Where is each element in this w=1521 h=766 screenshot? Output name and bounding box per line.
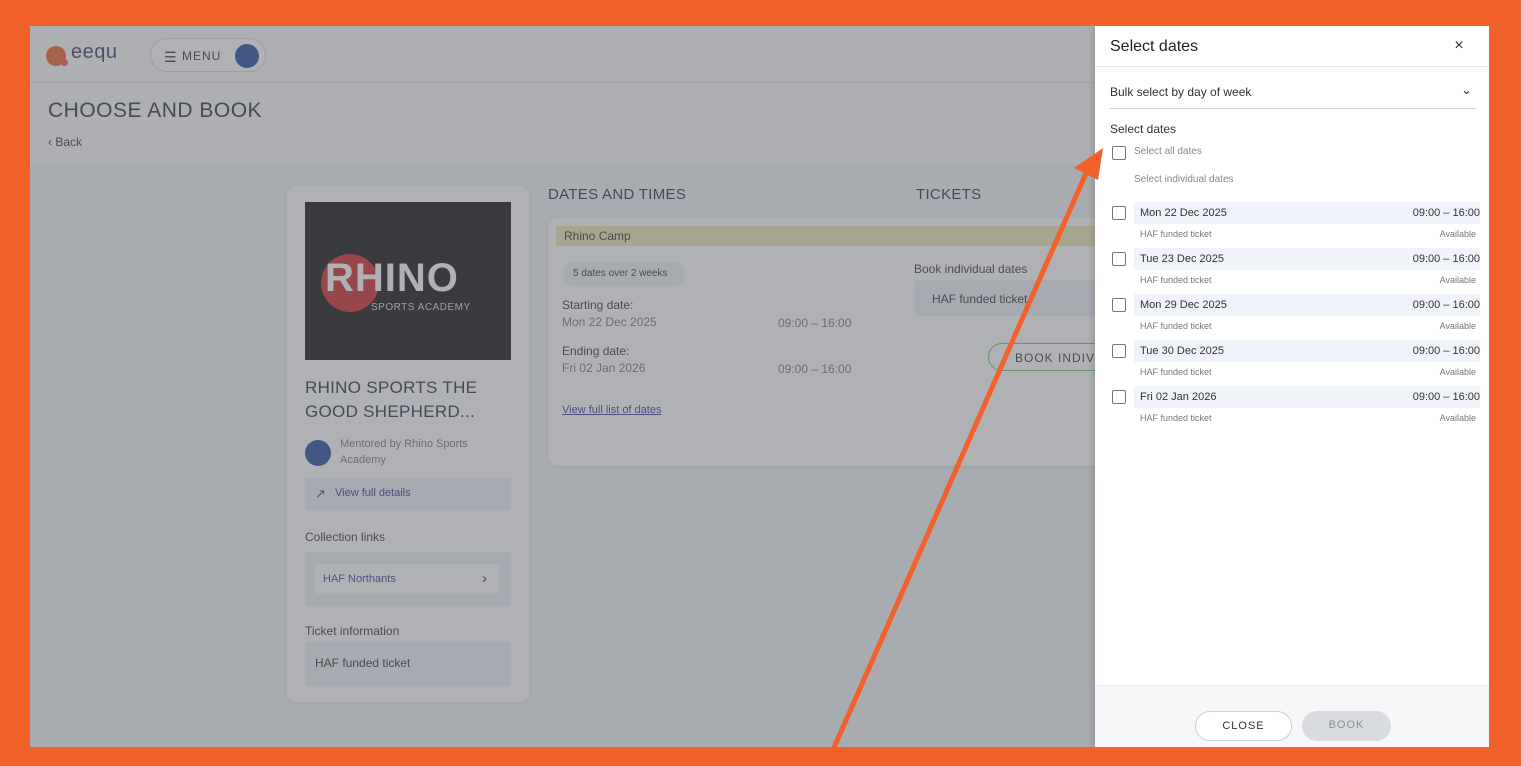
date-time: 09:00 – 16:00 xyxy=(1412,345,1480,357)
close-button[interactable]: CLOSE xyxy=(1195,711,1292,741)
date-time: 09:00 – 16:00 xyxy=(1412,253,1480,265)
date-row[interactable]: Tue 30 Dec 2025 09:00 – 16:00 HAF funded… xyxy=(1110,340,1482,386)
date-status: Available xyxy=(1439,275,1476,285)
date-time: 09:00 – 16:00 xyxy=(1412,391,1480,403)
chevron-down-icon: ⌄ xyxy=(1461,82,1472,97)
date-ticket: HAF funded ticket xyxy=(1140,229,1212,239)
date-ticket: HAF funded ticket xyxy=(1140,367,1212,377)
bulk-select-dropdown[interactable]: Bulk select by day of week ⌄ xyxy=(1110,74,1476,109)
book-button[interactable]: BOOK xyxy=(1302,711,1391,741)
date-checkbox[interactable] xyxy=(1112,390,1126,404)
book-button-label: BOOK xyxy=(1328,719,1365,731)
date-checkbox[interactable] xyxy=(1112,344,1126,358)
select-all-checkbox[interactable] xyxy=(1112,146,1126,160)
date-time: 09:00 – 16:00 xyxy=(1412,299,1480,311)
bulk-select-label: Bulk select by day of week xyxy=(1110,85,1252,99)
date-status: Available xyxy=(1439,229,1476,239)
app-screen: eequ ☰ MENU CHOOSE AND BOOK ‹ Back RHINO… xyxy=(30,26,1489,747)
drawer-divider xyxy=(1095,66,1489,67)
date-row[interactable]: Fri 02 Jan 2026 09:00 – 16:00 HAF funded… xyxy=(1110,386,1482,432)
date-ticket: HAF funded ticket xyxy=(1140,413,1212,423)
drawer-footer: CLOSE BOOK xyxy=(1095,685,1489,747)
booking-page: eequ ☰ MENU CHOOSE AND BOOK ‹ Back RHINO… xyxy=(30,26,1128,747)
modal-backdrop[interactable] xyxy=(30,26,1095,747)
date-label: Tue 23 Dec 2025 xyxy=(1140,253,1224,265)
select-all-label[interactable]: Select all dates xyxy=(1134,146,1202,157)
select-individual-label: Select individual dates xyxy=(1134,174,1234,185)
close-button-label: CLOSE xyxy=(1222,720,1265,732)
select-dates-drawer: Select dates × Bulk select by day of wee… xyxy=(1095,26,1489,747)
close-icon[interactable]: × xyxy=(1445,37,1473,61)
date-checkbox[interactable] xyxy=(1112,298,1126,312)
select-dates-label: Select dates xyxy=(1110,122,1177,136)
date-checkbox[interactable] xyxy=(1112,206,1126,220)
date-row[interactable]: Mon 29 Dec 2025 09:00 – 16:00 HAF funded… xyxy=(1110,294,1482,340)
date-label: Mon 29 Dec 2025 xyxy=(1140,299,1227,311)
date-status: Available xyxy=(1439,413,1476,423)
date-ticket: HAF funded ticket xyxy=(1140,275,1212,285)
date-time: 09:00 – 16:00 xyxy=(1412,207,1480,219)
drawer-title: Select dates xyxy=(1110,38,1199,55)
date-checkbox[interactable] xyxy=(1112,252,1126,266)
date-status: Available xyxy=(1439,367,1476,377)
date-ticket: HAF funded ticket xyxy=(1140,321,1212,331)
date-label: Mon 22 Dec 2025 xyxy=(1140,207,1227,219)
date-status: Available xyxy=(1439,321,1476,331)
date-label: Tue 30 Dec 2025 xyxy=(1140,345,1224,357)
date-row[interactable]: Tue 23 Dec 2025 09:00 – 16:00 HAF funded… xyxy=(1110,248,1482,294)
date-row[interactable]: Mon 22 Dec 2025 09:00 – 16:00 HAF funded… xyxy=(1110,202,1482,248)
date-label: Fri 02 Jan 2026 xyxy=(1140,391,1217,403)
